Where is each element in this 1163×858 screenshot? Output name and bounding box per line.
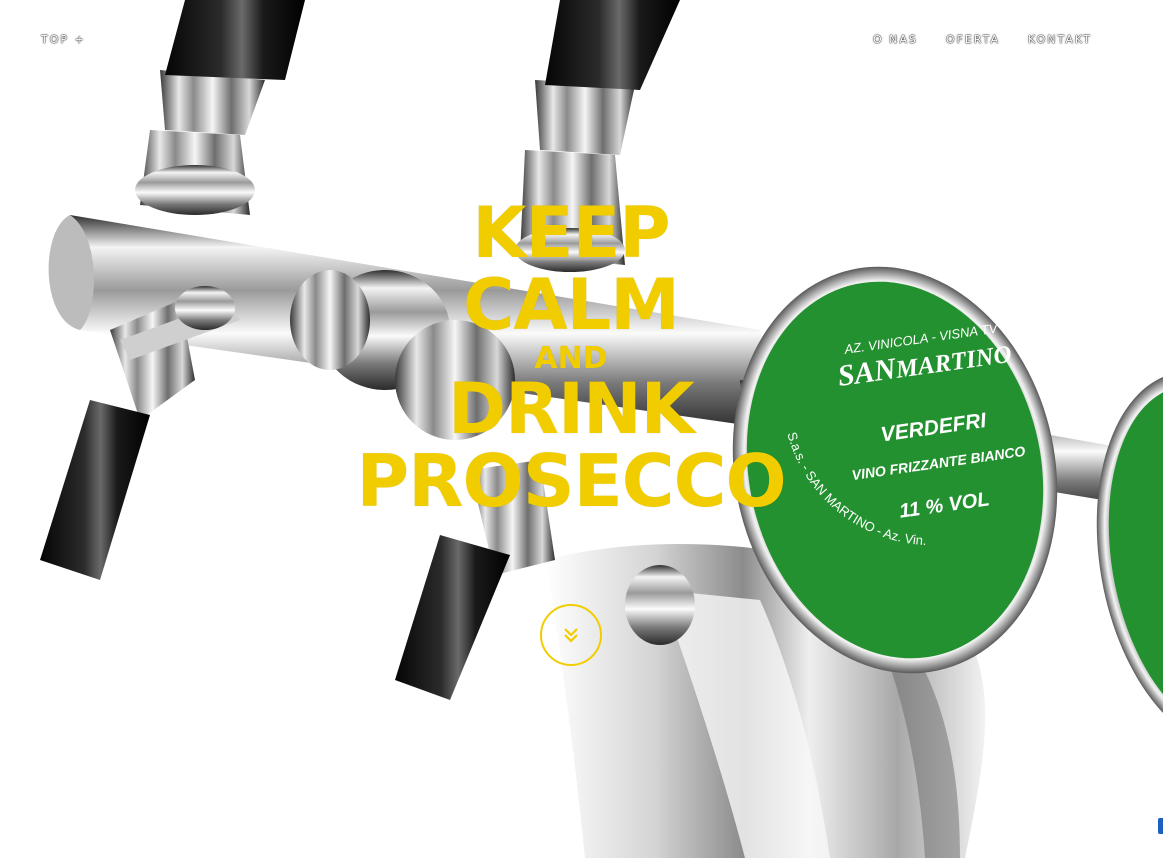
nav-item-kontakt[interactable]: KONTAKT: [1028, 33, 1092, 46]
main-navigation: O NAS OFERTA KONTAKT: [873, 33, 1092, 46]
top-logo-link[interactable]: TOP +: [41, 33, 86, 46]
scroll-down-button[interactable]: [540, 604, 602, 666]
double-chevron-down-icon: [564, 628, 578, 643]
headline-line-drink: DRINK: [448, 368, 695, 450]
headline-line-keep: KEEP: [472, 192, 670, 274]
nav-item-oferta[interactable]: OFERTA: [946, 33, 1000, 46]
hero-headline: KEEP CALM AND DRINK PROSECCO: [351, 197, 791, 517]
headline-line-calm: CALM: [463, 264, 680, 346]
nav-item-o-nas[interactable]: O NAS: [873, 33, 918, 46]
headline-line-prosecco: PROSECCO: [356, 439, 786, 523]
page-edge-indicator: [1158, 818, 1163, 834]
